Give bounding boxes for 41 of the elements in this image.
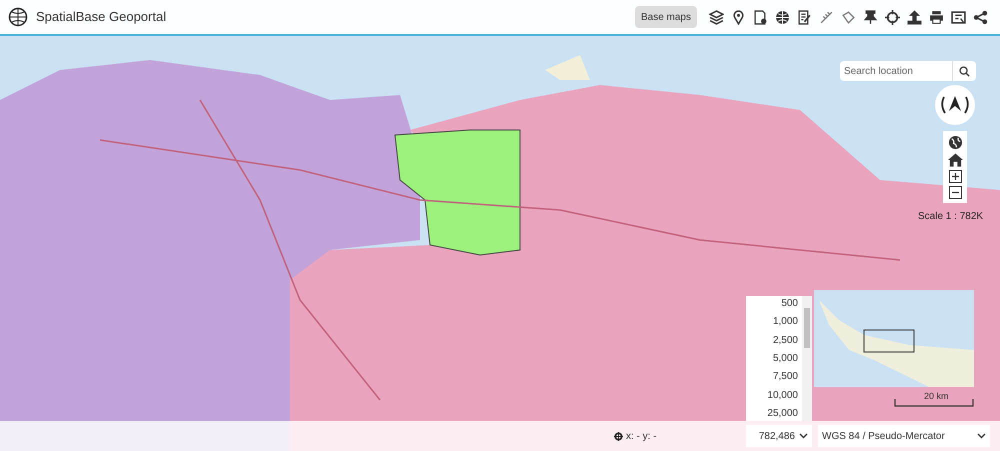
scale-option[interactable]: 2,500	[772, 336, 798, 346]
home-icon[interactable]	[948, 152, 962, 167]
zoom-in-icon[interactable]	[948, 170, 962, 184]
scrollbar[interactable]	[802, 296, 812, 421]
coordinates-readout: x: - y: -	[626, 430, 657, 444]
map-scale-label: Scale 1 : 782K	[918, 210, 984, 224]
projection-select[interactable]: WGS 84 / Pseudo-Mercator	[818, 425, 990, 447]
base-maps-button[interactable]: Base maps	[634, 6, 697, 28]
search-icon	[959, 66, 970, 76]
globe-icon[interactable]	[948, 134, 962, 150]
scale-option[interactable]: 5,000	[772, 354, 798, 364]
zoom-out-icon[interactable]	[948, 186, 962, 200]
upload-icon[interactable]	[907, 10, 922, 24]
globe-icon	[8, 7, 28, 27]
layers-icon[interactable]	[709, 10, 724, 24]
scale-option[interactable]: 500	[781, 299, 798, 309]
scale-select[interactable]: 782,486	[746, 425, 812, 447]
scale-option[interactable]: 25,000	[767, 408, 798, 419]
app-title: SpatialBase Geoportal	[36, 8, 166, 26]
crosshair-icon	[614, 432, 623, 440]
screenshot-icon[interactable]	[951, 10, 966, 24]
scale-bar-icon	[894, 399, 974, 407]
pushpin-icon[interactable]	[863, 10, 878, 24]
crosshair-icon[interactable]	[885, 10, 900, 24]
measure-line-icon[interactable]	[819, 10, 834, 24]
document-info-icon[interactable]	[753, 10, 768, 24]
scale-option[interactable]: 7,500	[772, 372, 798, 382]
globe-icon[interactable]	[775, 10, 790, 24]
scale-option[interactable]: 1,000	[772, 317, 798, 328]
compass-rotate-control[interactable]	[935, 85, 975, 125]
scale-bar-label: 20 km	[924, 390, 949, 403]
caret-icon	[977, 433, 986, 439]
search-button[interactable]	[952, 61, 976, 81]
scale-option[interactable]: 10,000	[767, 390, 798, 401]
map-pin-icon[interactable]	[731, 10, 746, 24]
edit-document-icon[interactable]	[797, 10, 812, 24]
share-icon[interactable]	[973, 10, 988, 24]
printer-icon[interactable]	[929, 10, 944, 24]
search-field[interactable]: Search location	[840, 61, 952, 81]
measure-area-icon[interactable]	[841, 10, 856, 24]
caret-icon	[799, 433, 808, 439]
